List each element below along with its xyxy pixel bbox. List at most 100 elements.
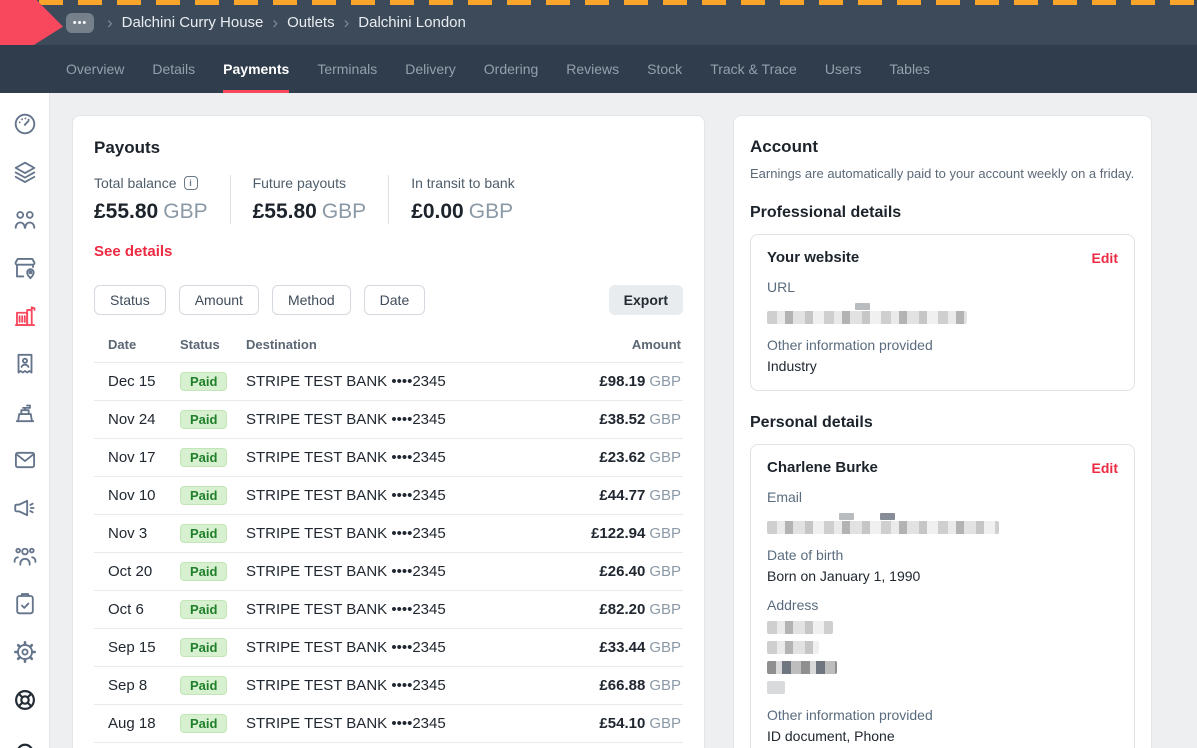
redacted-address-line bbox=[767, 641, 819, 654]
tab-ordering[interactable]: Ordering bbox=[484, 45, 538, 93]
payout-amount-currency: GBP bbox=[649, 639, 681, 656]
payout-amount: £98.19 bbox=[599, 373, 645, 390]
table-row[interactable]: Oct 6 Paid STRIPE TEST BANK ••••2345 £82… bbox=[94, 591, 683, 629]
tab-payments[interactable]: Payments bbox=[223, 45, 289, 93]
lifebuoy-icon[interactable] bbox=[11, 686, 39, 714]
stat-label: In transit to bank bbox=[411, 175, 515, 191]
column-header-status: Status bbox=[180, 337, 246, 352]
table-row[interactable]: Nov 3 Paid STRIPE TEST BANK ••••2345 £12… bbox=[94, 515, 683, 553]
person-other-info-label: Other information provided bbox=[767, 707, 1118, 723]
payouts-title: Payouts bbox=[94, 138, 683, 158]
filter-amount-button[interactable]: Amount bbox=[179, 285, 259, 315]
payout-amount-currency: GBP bbox=[649, 525, 681, 542]
stat-label: Total balance bbox=[94, 175, 177, 191]
gear-icon[interactable] bbox=[11, 638, 39, 666]
see-details-link[interactable]: See details bbox=[94, 243, 172, 260]
megaphone-icon[interactable] bbox=[11, 494, 39, 522]
filter-date-button[interactable]: Date bbox=[364, 285, 426, 315]
tab-overview[interactable]: Overview bbox=[66, 45, 124, 93]
tab-tables[interactable]: Tables bbox=[889, 45, 929, 93]
dob-label: Date of birth bbox=[767, 547, 1118, 563]
tab-track-trace[interactable]: Track & Trace bbox=[710, 45, 797, 93]
export-button[interactable]: Export bbox=[609, 285, 683, 315]
payout-stats: Total balance i £55.80GBP Future payouts… bbox=[94, 175, 683, 224]
cash-register-icon[interactable] bbox=[11, 398, 39, 426]
payout-destination: STRIPE TEST BANK ••••2345 bbox=[246, 639, 599, 656]
status-badge: Paid bbox=[180, 714, 227, 733]
payout-destination: STRIPE TEST BANK ••••2345 bbox=[246, 373, 599, 390]
payout-amount-currency: GBP bbox=[649, 677, 681, 694]
receipt-person-icon[interactable] bbox=[11, 350, 39, 378]
profile-icon[interactable] bbox=[11, 734, 39, 748]
tab-details[interactable]: Details bbox=[152, 45, 195, 93]
info-icon[interactable]: i bbox=[184, 176, 198, 190]
tab-delivery[interactable]: Delivery bbox=[405, 45, 456, 93]
stat-currency: GBP bbox=[322, 200, 366, 223]
payout-destination: STRIPE TEST BANK ••••2345 bbox=[246, 677, 599, 694]
edit-person-link[interactable]: Edit bbox=[1092, 460, 1118, 476]
tab-stock[interactable]: Stock bbox=[647, 45, 682, 93]
users-icon[interactable] bbox=[11, 206, 39, 234]
breadcrumb-item[interactable]: Dalchini Curry House bbox=[122, 14, 264, 31]
team-icon[interactable] bbox=[11, 542, 39, 570]
redacted-address-line bbox=[767, 681, 785, 694]
table-row[interactable]: Sep 8 Paid STRIPE TEST BANK ••••2345 £66… bbox=[94, 667, 683, 705]
payouts-building-icon[interactable] bbox=[11, 302, 39, 330]
status-badge: Paid bbox=[180, 562, 227, 581]
layers-icon[interactable] bbox=[11, 158, 39, 186]
table-row[interactable]: Oct 20 Paid STRIPE TEST BANK ••••2345 £2… bbox=[94, 553, 683, 591]
table-row[interactable]: Nov 17 Paid STRIPE TEST BANK ••••2345 £2… bbox=[94, 439, 683, 477]
gauge-icon[interactable] bbox=[11, 110, 39, 138]
professional-details-heading: Professional details bbox=[750, 204, 1135, 222]
redacted-email-value bbox=[767, 521, 999, 534]
top-bar: ••• ›Dalchini Curry House›Outlets›Dalchi… bbox=[0, 0, 1197, 45]
breadcrumb: ›Dalchini Curry House›Outlets›Dalchini L… bbox=[98, 13, 466, 33]
payouts-table: DateStatusDestinationAmount Dec 15 Paid … bbox=[94, 337, 683, 743]
payout-date: Oct 6 bbox=[108, 601, 180, 618]
table-row[interactable]: Aug 18 Paid STRIPE TEST BANK ••••2345 £5… bbox=[94, 705, 683, 743]
payout-date: Nov 10 bbox=[108, 487, 180, 504]
tab-terminals[interactable]: Terminals bbox=[317, 45, 377, 93]
payout-destination: STRIPE TEST BANK ••••2345 bbox=[246, 487, 599, 504]
top-dashed-border bbox=[0, 0, 1197, 5]
redacted-url-value bbox=[767, 311, 967, 324]
storefront-pin-icon[interactable] bbox=[11, 254, 39, 282]
payout-amount: £54.10 bbox=[599, 715, 645, 732]
stat-currency: GBP bbox=[469, 200, 513, 223]
filter-status-button[interactable]: Status bbox=[94, 285, 166, 315]
breadcrumb-ellipsis-button[interactable]: ••• bbox=[66, 13, 94, 33]
payout-amount: £33.44 bbox=[599, 639, 645, 656]
table-row[interactable]: Nov 10 Paid STRIPE TEST BANK ••••2345 £4… bbox=[94, 477, 683, 515]
table-row[interactable]: Dec 15 Paid STRIPE TEST BANK ••••2345 £9… bbox=[94, 363, 683, 401]
column-header-date: Date bbox=[108, 337, 180, 352]
payout-amount-currency: GBP bbox=[649, 715, 681, 732]
stat-currency: GBP bbox=[163, 200, 207, 223]
table-toolbar: Status Amount Method Date Export bbox=[94, 285, 683, 315]
filter-method-button[interactable]: Method bbox=[272, 285, 351, 315]
payout-amount-currency: GBP bbox=[649, 449, 681, 466]
payout-date: Nov 24 bbox=[108, 411, 180, 428]
tab-reviews[interactable]: Reviews bbox=[566, 45, 619, 93]
status-badge: Paid bbox=[180, 372, 227, 391]
tab-users[interactable]: Users bbox=[825, 45, 862, 93]
website-card-title: Your website bbox=[767, 249, 859, 266]
breadcrumb-item[interactable]: Dalchini London bbox=[358, 14, 466, 31]
stat-amount: £0.00 bbox=[411, 200, 464, 223]
account-title: Account bbox=[750, 137, 1135, 157]
breadcrumb-chevron-icon: › bbox=[107, 13, 113, 33]
table-row[interactable]: Sep 15 Paid STRIPE TEST BANK ••••2345 £3… bbox=[94, 629, 683, 667]
clipboard-check-icon[interactable] bbox=[11, 590, 39, 618]
table-row[interactable]: Nov 24 Paid STRIPE TEST BANK ••••2345 £3… bbox=[94, 401, 683, 439]
table-body: Dec 15 Paid STRIPE TEST BANK ••••2345 £9… bbox=[94, 363, 683, 743]
status-badge: Paid bbox=[180, 448, 227, 467]
status-badge: Paid bbox=[180, 638, 227, 657]
redacted-address-line bbox=[767, 621, 833, 634]
status-badge: Paid bbox=[180, 600, 227, 619]
redacted-url-bumps bbox=[767, 303, 1118, 310]
website-other-info-label: Other information provided bbox=[767, 337, 1118, 353]
edit-website-link[interactable]: Edit bbox=[1092, 250, 1118, 266]
mail-icon[interactable] bbox=[11, 446, 39, 474]
personal-details-heading: Personal details bbox=[750, 414, 1135, 432]
account-description: Earnings are automatically paid to your … bbox=[750, 166, 1135, 181]
breadcrumb-item[interactable]: Outlets bbox=[287, 14, 335, 31]
